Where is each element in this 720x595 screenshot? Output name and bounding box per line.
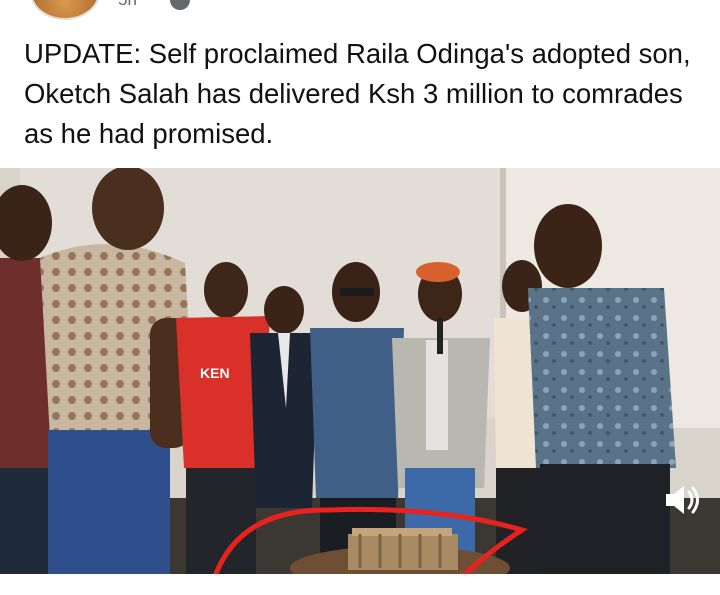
post-timestamp[interactable]: 5h (118, 0, 137, 10)
volume-button[interactable] (660, 478, 704, 522)
video-frame: KEN (0, 168, 720, 574)
post-header: 5h (0, 0, 720, 20)
footer-strip (0, 574, 720, 595)
avatar[interactable] (30, 0, 100, 20)
speaker-icon (666, 486, 699, 514)
globe-icon (170, 0, 190, 10)
video-player[interactable]: KEN (0, 168, 720, 574)
jersey-text: KEN (200, 365, 230, 381)
post-text: UPDATE: Self proclaimed Raila Odinga's a… (24, 38, 691, 149)
